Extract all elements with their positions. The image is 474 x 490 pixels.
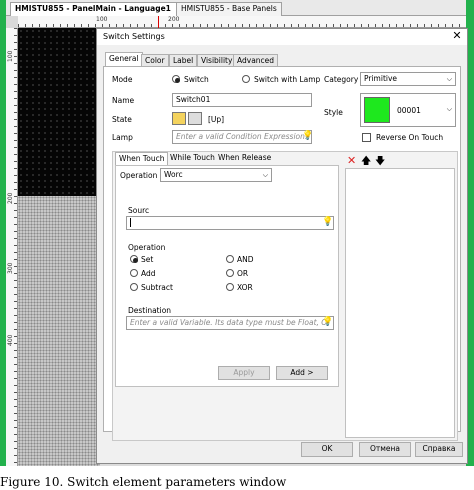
state-up-icon[interactable] xyxy=(172,112,186,125)
dialog-title: Switch Settings xyxy=(103,32,165,41)
add-button[interactable]: Add > xyxy=(276,366,328,380)
ruler-cursor-marker xyxy=(158,16,159,28)
name-label: Name xyxy=(112,96,135,105)
lightbulb-icon[interactable]: 💡 xyxy=(322,217,333,227)
operation-group-label: Operation xyxy=(128,243,166,252)
panel-canvas-grey[interactable] xyxy=(18,196,100,466)
ruler-label: 200 xyxy=(7,192,14,204)
op-add-label: Add xyxy=(141,269,156,278)
tab-when-release[interactable]: When Release xyxy=(215,152,274,164)
destination-input[interactable]: Enter a valid Variable. Its data type mu… xyxy=(126,316,334,330)
op-set-label: Set xyxy=(141,255,154,264)
source-input[interactable] xyxy=(126,216,334,230)
op-set-radio[interactable] xyxy=(130,255,138,263)
chevron-down-icon: ⌵ xyxy=(446,75,452,83)
horizontal-ruler: 100 200 xyxy=(18,16,466,28)
name-input[interactable]: Switch01 xyxy=(172,93,312,107)
lamp-label: Lamp xyxy=(112,133,133,142)
source-label: Sourc xyxy=(128,206,150,215)
tab-when-touch[interactable]: When Touch xyxy=(115,152,169,165)
op-subtract-radio[interactable] xyxy=(130,283,138,291)
ruler-label: 100 xyxy=(96,16,108,23)
tab-panel-main[interactable]: HMISTU855 - PanelMain - Language1 ✕ xyxy=(10,2,193,16)
help-button[interactable]: Справка xyxy=(415,442,463,457)
switch-settings-dialog: Switch Settings ✕ General Color Label Vi… xyxy=(96,28,468,464)
ok-button[interactable]: OK xyxy=(301,442,353,457)
tab-base-panels[interactable]: HMISTU855 - Base Panels xyxy=(176,2,282,16)
figure-caption: Figure 10. Switch element parameters win… xyxy=(0,475,287,489)
tab-while-touch[interactable]: While Touch xyxy=(167,152,218,164)
chevron-down-icon: ⌵ xyxy=(262,171,268,179)
destination-placeholder: Enter a valid Variable. Its data type mu… xyxy=(130,318,331,327)
state-label: State xyxy=(112,115,132,124)
reverse-on-touch-checkbox[interactable] xyxy=(362,133,371,142)
operation-select[interactable]: Worc ⌵ xyxy=(160,168,272,182)
style-swatch xyxy=(364,97,390,123)
ruler-label: 200 xyxy=(168,16,180,23)
mode-switch-label: Switch xyxy=(184,75,209,84)
editor-tab-strip: HMISTU855 - PanelMain - Language1 ✕ HMIS… xyxy=(6,0,466,16)
op-and-label: AND xyxy=(237,255,254,264)
category-value: Primitive xyxy=(364,74,398,83)
mode-switch-lamp-radio[interactable] xyxy=(242,75,250,83)
mode-switch-radio[interactable] xyxy=(172,75,180,83)
ruler-label: 400 xyxy=(7,334,14,346)
lightbulb-icon[interactable]: 💡 xyxy=(302,131,313,141)
apply-button[interactable]: Apply xyxy=(218,366,270,380)
action-area: When Touch While Touch When Release Oper… xyxy=(112,151,458,441)
panel-canvas-dark[interactable] xyxy=(18,28,100,196)
action-list-toolbar: ✕ 🡅 🡇 xyxy=(345,154,455,168)
reverse-on-touch-label: Reverse On Touch xyxy=(376,133,444,142)
lamp-expression-input[interactable]: Enter a valid Condition Expression. Ty xyxy=(172,130,312,144)
lightbulb-icon[interactable]: 💡 xyxy=(322,317,333,327)
mode-label: Mode xyxy=(112,75,133,84)
destination-label: Destination xyxy=(128,306,172,315)
op-add-radio[interactable] xyxy=(130,269,138,277)
op-xor-radio[interactable] xyxy=(226,283,234,291)
category-select[interactable]: Primitive ⌵ xyxy=(360,72,456,86)
op-subtract-label: Subtract xyxy=(141,283,173,292)
text-cursor xyxy=(130,218,131,227)
close-icon[interactable]: ✕ xyxy=(451,30,463,42)
ruler-label: 100 xyxy=(7,50,14,62)
style-select[interactable]: 00001 ⌵ xyxy=(360,93,456,127)
ruler-label: 300 xyxy=(7,262,14,274)
dialog-titlebar: Switch Settings ✕ xyxy=(97,29,467,45)
lamp-placeholder: Enter a valid Condition Expression. Ty xyxy=(176,132,312,141)
operation-label: Operation xyxy=(120,171,158,180)
style-label: Style xyxy=(324,108,343,117)
state-toggle-icon[interactable] xyxy=(188,112,202,125)
tab-general[interactable]: General xyxy=(105,52,143,67)
op-and-radio[interactable] xyxy=(226,255,234,263)
op-or-radio[interactable] xyxy=(226,269,234,277)
chevron-down-icon: ⌵ xyxy=(446,105,452,113)
tab-panel-main-label: HMISTU855 - PanelMain - Language1 xyxy=(15,4,171,13)
op-or-label: OR xyxy=(237,269,249,278)
op-xor-label: XOR xyxy=(237,283,253,292)
vertical-ruler: 100 200 300 400 xyxy=(6,28,18,466)
category-label: Category xyxy=(324,75,359,84)
cancel-button[interactable]: Отмена xyxy=(359,442,411,457)
style-value: 00001 xyxy=(397,106,421,115)
mode-switch-lamp-label: Switch with Lamp xyxy=(254,75,321,84)
delete-icon[interactable]: ✕ xyxy=(347,154,356,167)
state-value: [Up] xyxy=(208,115,225,124)
operation-value: Worc xyxy=(164,170,183,179)
general-page: Mode Switch Switch with Lamp Category Pr… xyxy=(103,66,461,441)
action-list[interactable] xyxy=(345,168,455,438)
tab-base-panels-label: HMISTU855 - Base Panels xyxy=(181,4,277,13)
action-editor: Operation Worc ⌵ Sourc 💡 Operation Set A… xyxy=(115,165,339,387)
name-value: Switch01 xyxy=(176,95,211,104)
